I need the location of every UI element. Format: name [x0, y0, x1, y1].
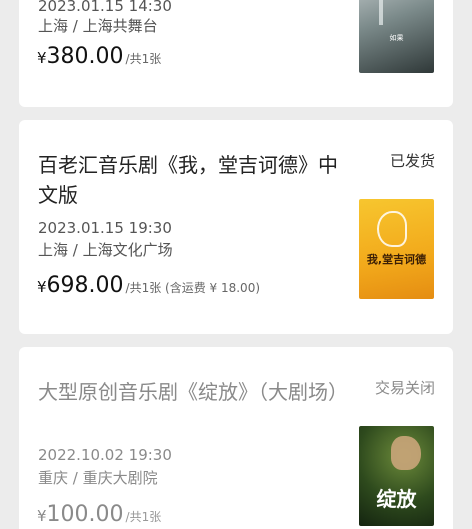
order-datetime: 2022.10.02 19:30	[38, 446, 172, 464]
order-card[interactable]: 大型原创音乐剧《绽放》（大剧场） 交易关闭 2022.10.02 19:30 重…	[19, 347, 453, 529]
order-datetime: 2023.01.15 19:30	[38, 219, 172, 237]
order-venue: 重庆 / 重庆大剧院	[38, 469, 158, 487]
show-title: 大型原创音乐剧《绽放》（大剧场）	[38, 380, 348, 404]
ticket-count: /共1张	[125, 52, 162, 66]
show-poster[interactable]: 绽放	[359, 426, 434, 526]
price-amount: 698.00	[46, 273, 124, 298]
order-price: ¥698.00/共1张 (含运费 ¥ 18.00)	[37, 273, 260, 298]
ticket-count: /共1张 (含运费 ¥ 18.00)	[125, 281, 261, 295]
order-status: 已发货	[389, 152, 435, 170]
poster-caption: 我,堂吉诃德	[366, 253, 427, 266]
show-poster[interactable]: 我,堂吉诃德	[359, 199, 434, 299]
show-poster[interactable]: 如果	[359, 0, 434, 73]
currency-symbol: ¥	[37, 49, 47, 67]
poster-graphic-icon	[391, 436, 421, 470]
order-card[interactable]: 百老汇音乐剧《我，堂吉诃德》中文版 已发货 2023.01.15 19:30 上…	[19, 120, 453, 334]
price-amount: 100.00	[46, 502, 124, 527]
poster-caption: 绽放	[376, 487, 417, 511]
poster-graphic-icon	[379, 0, 383, 25]
order-list: 2023.01.15 14:30 上海 / 上海共舞台 ¥380.00/共1张 …	[0, 0, 472, 529]
order-status: 交易关闭	[374, 379, 435, 397]
poster-graphic-icon	[377, 211, 407, 247]
ticket-count: /共1张	[125, 510, 162, 524]
poster-caption: 如果	[389, 34, 404, 42]
show-title: 百老汇音乐剧《我，堂吉诃德》中文版	[38, 153, 338, 207]
order-price: ¥380.00/共1张	[37, 44, 161, 69]
order-datetime: 2023.01.15 14:30	[38, 0, 172, 15]
currency-symbol: ¥	[37, 507, 47, 525]
order-card[interactable]: 2023.01.15 14:30 上海 / 上海共舞台 ¥380.00/共1张 …	[19, 0, 453, 107]
order-price: ¥100.00/共1张	[37, 502, 161, 527]
order-venue: 上海 / 上海共舞台	[38, 17, 158, 35]
order-venue: 上海 / 上海文化广场	[38, 241, 173, 259]
currency-symbol: ¥	[37, 278, 47, 296]
price-amount: 380.00	[46, 44, 124, 69]
